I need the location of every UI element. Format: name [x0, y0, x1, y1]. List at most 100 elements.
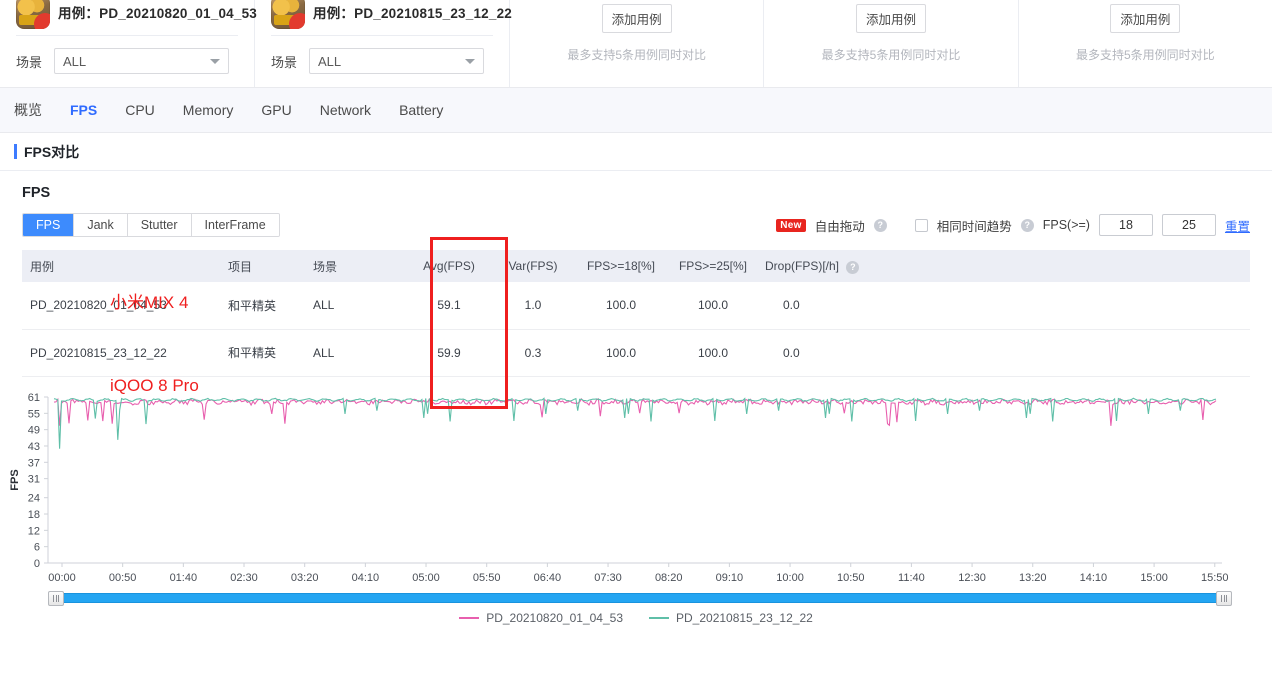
table-row[interactable]: PD_20210820_01_04_53 和平精英 ALL 59.1 1.0 1…	[22, 282, 1250, 330]
new-badge: New	[776, 218, 806, 232]
col-header-var-fps: Var(FPS)	[491, 250, 575, 282]
chevron-down-icon	[210, 59, 221, 64]
free-drag-label[interactable]: 自由拖动	[815, 216, 865, 235]
annotation-device-1: 小米MIX 4	[110, 293, 189, 312]
scene-row-2: 场景 ALL	[271, 48, 493, 74]
legend-item-series-2[interactable]: PD_20210815_23_12_22	[649, 611, 813, 625]
svg-text:43: 43	[28, 440, 40, 452]
table-body: PD_20210820_01_04_53 和平精英 ALL 59.1 1.0 1…	[22, 282, 1250, 377]
tab-network[interactable]: Network	[320, 102, 371, 118]
tab-cpu[interactable]: CPU	[125, 102, 155, 118]
svg-text:FPS: FPS	[9, 469, 21, 490]
svg-text:05:00: 05:00	[412, 572, 440, 581]
sub-tab-stutter[interactable]: Stutter	[127, 214, 192, 236]
page-title: FPS对比	[24, 143, 80, 160]
svg-text:14:10: 14:10	[1080, 572, 1108, 581]
svg-text:49: 49	[28, 424, 40, 436]
game-app-icon	[16, 0, 50, 29]
game-app-icon	[271, 0, 305, 29]
case-divider-1	[16, 35, 238, 36]
fps-panel: FPS FPS Jank Stutter InterFrame New 自由拖动…	[0, 171, 1272, 625]
col-header-drop-fps-label: Drop(FPS)[/h]	[765, 258, 840, 273]
add-case-card-1: 添加用例 最多支持5条用例同时对比	[510, 0, 765, 87]
help-icon-drop-fps[interactable]: ?	[846, 260, 860, 274]
col-header-scene: 场景	[307, 250, 407, 282]
chevron-down-icon	[465, 59, 476, 64]
tab-memory[interactable]: Memory	[183, 102, 234, 118]
scene-label-2: 场景	[271, 54, 298, 70]
svg-text:55: 55	[28, 408, 40, 420]
svg-text:15:00: 15:00	[1140, 572, 1168, 581]
add-case-button-1[interactable]: 添加用例	[601, 4, 672, 33]
legend-color-swatch	[459, 616, 480, 619]
svg-text:15:50: 15:50	[1201, 572, 1229, 581]
same-time-trend-checkbox[interactable]	[914, 218, 928, 232]
case-header-2: 用例：PD_20210815_23_12_22	[271, 0, 512, 29]
scene-row-1: 场景 ALL	[16, 48, 238, 74]
add-case-hint-1: 最多支持5条用例同时对比	[567, 48, 706, 62]
add-case-button-3[interactable]: 添加用例	[1110, 4, 1181, 33]
svg-text:05:50: 05:50	[473, 572, 501, 581]
cell-project: 和平精英	[222, 329, 307, 377]
svg-text:37: 37	[28, 457, 40, 469]
cell-fps-ge-25: 100.0	[667, 329, 759, 377]
cell-fps-ge-25: 100.0	[667, 282, 759, 330]
panel-controls-row: FPS Jank Stutter InterFrame New 自由拖动 ? 相…	[0, 212, 1272, 238]
case-card-2: 用例：PD_20210815_23_12_22 场景 ALL	[255, 0, 512, 87]
help-icon-same-time[interactable]: ?	[1020, 218, 1034, 232]
table-row[interactable]: PD_20210815_23_12_22 和平精英 ALL 59.9 0.3 1…	[22, 329, 1250, 377]
case-title-label-1: 用例：	[58, 6, 100, 21]
section-title-row: FPS对比	[0, 133, 1272, 171]
panel-heading: FPS	[22, 185, 51, 201]
add-case-card-3: 添加用例 最多支持5条用例同时对比	[1019, 0, 1272, 87]
legend-label-series-2: PD_20210815_23_12_22	[676, 610, 813, 625]
svg-text:01:40: 01:40	[170, 572, 198, 581]
tab-fps[interactable]: FPS	[70, 102, 97, 118]
fps-threshold-high-input[interactable]	[1161, 214, 1216, 236]
legend-item-series-1[interactable]: PD_20210820_01_04_53	[459, 611, 623, 625]
svg-text:11:40: 11:40	[898, 572, 925, 581]
add-case-button-2[interactable]: 添加用例	[855, 4, 926, 33]
cell-avg-fps: 59.1	[407, 282, 491, 330]
col-header-drop-fps: Drop(FPS)[/h] ?	[759, 250, 1250, 282]
chart-legend: PD_20210820_01_04_53 PD_20210815_23_12_2…	[0, 611, 1272, 625]
case-header-1: 用例：PD_20210820_01_04_53	[16, 0, 257, 29]
datazoom-track[interactable]	[60, 592, 1220, 603]
same-time-trend-label[interactable]: 相同时间趋势	[937, 216, 1012, 235]
scene-select-value-1: ALL	[63, 53, 87, 69]
case-divider-2	[271, 35, 493, 36]
svg-text:02:30: 02:30	[230, 572, 258, 581]
case-title-value-1: PD_20210820_01_04_53	[99, 6, 258, 21]
cell-fps-ge-18: 100.0	[575, 329, 667, 377]
table-head: 用例 项目 场景 Avg(FPS) Var(FPS) FPS>=18[%] FP…	[22, 250, 1250, 282]
tab-overview[interactable]: 概览	[14, 100, 42, 120]
svg-text:18: 18	[28, 509, 40, 521]
reset-link[interactable]: 重置	[1225, 216, 1250, 235]
tab-battery[interactable]: Battery	[399, 102, 443, 118]
cell-fps-ge-18: 100.0	[575, 282, 667, 330]
scene-select-2[interactable]: ALL	[309, 48, 485, 74]
help-icon-free-drag[interactable]: ?	[873, 218, 887, 232]
datazoom-handle-right[interactable]	[1216, 590, 1232, 606]
metric-sub-tabs: FPS Jank Stutter InterFrame	[22, 213, 280, 237]
svg-text:61: 61	[28, 392, 40, 404]
svg-text:13:20: 13:20	[1019, 572, 1047, 581]
fps-threshold-low-input[interactable]	[1098, 214, 1153, 236]
cell-drop-fps: 0.0	[759, 329, 1250, 377]
cell-project: 和平精英	[222, 282, 307, 330]
cell-scene: ALL	[307, 329, 407, 377]
cell-var-fps: 1.0	[491, 282, 575, 330]
svg-text:12: 12	[28, 525, 40, 537]
fps-threshold-label: FPS(>=)	[1042, 218, 1090, 232]
sub-tab-fps[interactable]: FPS	[23, 214, 75, 236]
sub-tab-jank[interactable]: Jank	[74, 214, 128, 236]
cell-case: PD_20210815_23_12_22	[22, 329, 222, 377]
cell-avg-fps: 59.9	[407, 329, 491, 377]
tab-gpu[interactable]: GPU	[261, 102, 291, 118]
scene-select-1[interactable]: ALL	[54, 48, 230, 74]
svg-text:04:10: 04:10	[352, 572, 380, 581]
sub-tab-interframe[interactable]: InterFrame	[191, 214, 279, 236]
chart-datazoom-slider[interactable]	[48, 590, 1232, 606]
scene-label-1: 场景	[16, 54, 43, 70]
datazoom-handle-left[interactable]	[48, 590, 64, 606]
